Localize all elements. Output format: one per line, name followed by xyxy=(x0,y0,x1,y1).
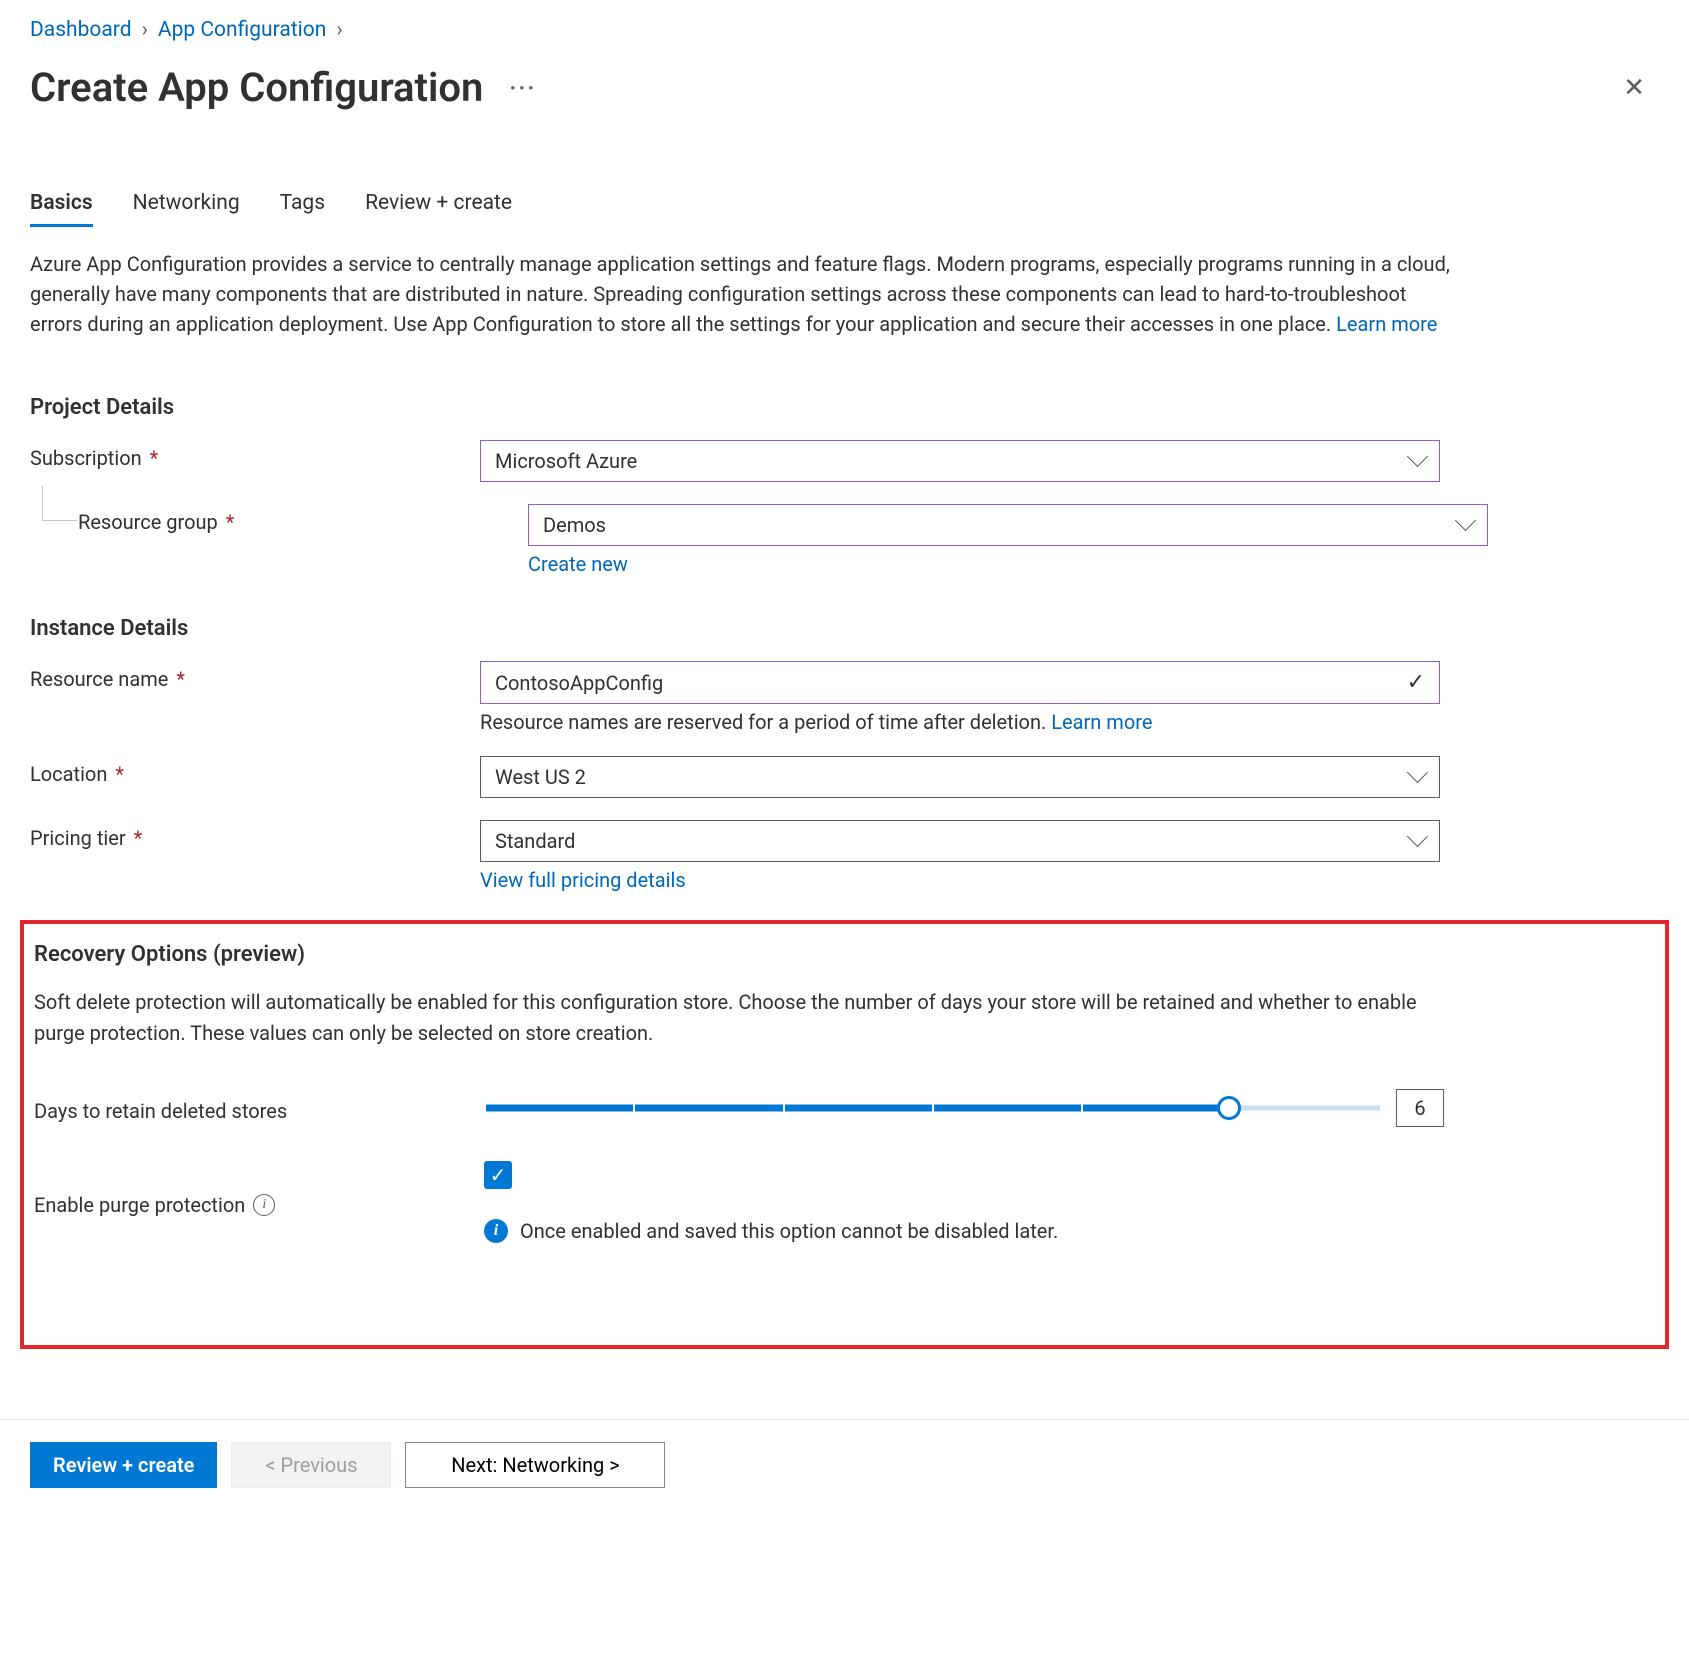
next-button[interactable]: Next: Networking > xyxy=(405,1442,665,1488)
chevron-down-icon xyxy=(1410,829,1425,853)
resource-name-input[interactable]: ContosoAppConfig ✓ xyxy=(480,661,1440,704)
section-instance-details: Instance Details xyxy=(30,616,1659,641)
tab-review-create[interactable]: Review + create xyxy=(365,191,512,225)
chevron-right-icon: › xyxy=(336,18,342,42)
chevron-right-icon: › xyxy=(142,18,148,42)
create-new-link[interactable]: Create new xyxy=(528,552,628,576)
tab-basics[interactable]: Basics xyxy=(30,191,93,225)
pricing-details-link[interactable]: View full pricing details xyxy=(480,868,686,892)
chevron-down-icon xyxy=(1458,513,1473,537)
pricing-tier-dropdown[interactable]: Standard xyxy=(480,820,1440,862)
chevron-down-icon xyxy=(1410,765,1425,789)
breadcrumb-app-configuration[interactable]: App Configuration xyxy=(158,18,326,42)
previous-button: < Previous xyxy=(231,1442,391,1488)
info-icon[interactable]: i xyxy=(253,1194,275,1216)
purge-protection-label: Enable purge protection i xyxy=(34,1187,484,1217)
subscription-dropdown[interactable]: Microsoft Azure xyxy=(480,440,1440,482)
info-icon: i xyxy=(484,1219,508,1243)
breadcrumb-dashboard[interactable]: Dashboard xyxy=(30,18,132,42)
chevron-down-icon xyxy=(1410,449,1425,473)
days-retain-label: Days to retain deleted stores xyxy=(34,1093,484,1123)
review-create-button[interactable]: Review + create xyxy=(30,1442,217,1488)
close-icon[interactable]: ✕ xyxy=(1609,67,1659,109)
footer-buttons: Review + create < Previous Next: Network… xyxy=(0,1419,1689,1510)
days-retain-value[interactable]: 6 xyxy=(1396,1089,1444,1127)
tab-tags[interactable]: Tags xyxy=(280,191,325,225)
resource-group-label: Resource group * xyxy=(78,504,528,534)
learn-more-link[interactable]: Learn more xyxy=(1336,312,1437,336)
breadcrumb: Dashboard › App Configuration › xyxy=(30,18,1659,42)
page-title: Create App Configuration ··· xyxy=(30,64,536,111)
more-options-icon[interactable]: ··· xyxy=(509,74,536,102)
section-recovery-options: Recovery Options (preview) xyxy=(34,942,1655,967)
tabs: Basics Networking Tags Review + create xyxy=(30,191,1659,225)
resource-group-dropdown[interactable]: Demos xyxy=(528,504,1488,546)
recovery-options-section: Recovery Options (preview) Soft delete p… xyxy=(20,920,1669,1349)
resource-name-helper: Resource names are reserved for a period… xyxy=(480,710,1440,734)
learn-more-link[interactable]: Learn more xyxy=(1051,710,1152,734)
check-icon: ✓ xyxy=(1407,670,1425,695)
resource-name-label: Resource name * xyxy=(30,661,480,691)
location-label: Location * xyxy=(30,756,480,786)
purge-info-text: Once enabled and saved this option canno… xyxy=(520,1219,1058,1243)
slider-thumb[interactable] xyxy=(1217,1096,1241,1120)
days-retain-slider[interactable] xyxy=(484,1104,1382,1112)
tab-networking[interactable]: Networking xyxy=(133,191,240,225)
recovery-description: Soft delete protection will automaticall… xyxy=(34,987,1454,1049)
intro-text: Azure App Configuration provides a servi… xyxy=(30,249,1450,339)
pricing-tier-label: Pricing tier * xyxy=(30,820,480,850)
purge-protection-checkbox[interactable]: ✓ xyxy=(484,1161,512,1189)
section-project-details: Project Details xyxy=(30,395,1659,420)
subscription-label: Subscription * xyxy=(30,440,480,470)
location-dropdown[interactable]: West US 2 xyxy=(480,756,1440,798)
